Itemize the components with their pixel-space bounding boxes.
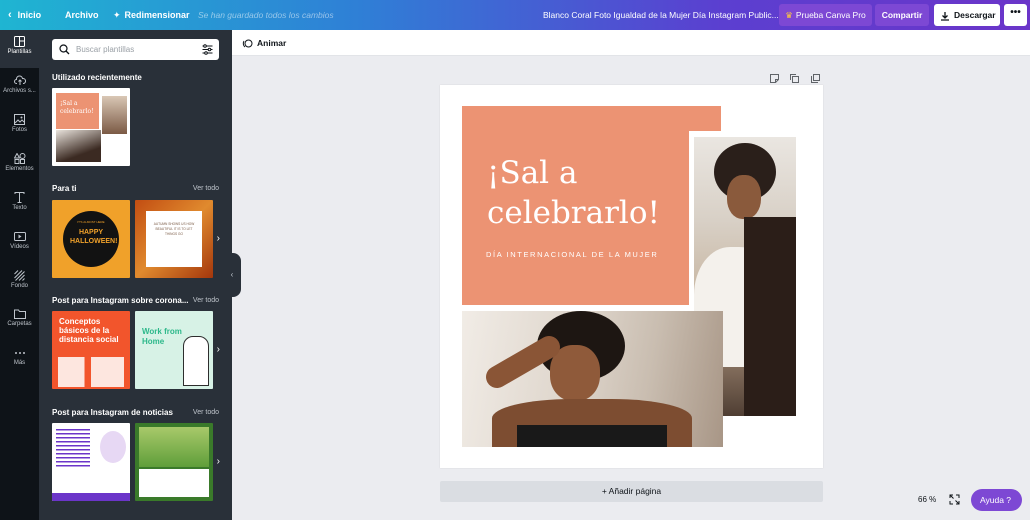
thumb-headline: ¡Sal a celebrarlo! [60,100,94,115]
upload-icon [13,75,26,85]
filter-icon[interactable] [202,44,213,55]
star-icon: ✦ [113,10,121,20]
thumb-photo-bottom [56,130,101,162]
thumb-green-photo [139,427,209,467]
see-all-for-you[interactable]: Ver todo [193,185,219,192]
template-thumb-news-purple[interactable] [52,423,130,501]
thumb-quote-card [146,211,202,267]
thumb-quote-text: AUTUMN SHOWS US HOW BEAUTIFUL IT IS TO L… [153,222,195,236]
see-all-news[interactable]: Ver todo [193,409,219,416]
template-thumb-halloween[interactable]: IT'S ALMOST HERE HAPPY HALLOWEEN! [52,200,130,278]
rail-item-templates[interactable]: Plantillas [0,30,39,68]
search-icon [59,44,70,55]
photo-woman-relaxing[interactable] [462,311,723,447]
thumb-small-caption: IT'S ALMOST HERE [77,220,105,224]
download-button[interactable]: Descargar [934,4,1000,26]
design-page[interactable]: ¡Sal a celebrarlo! DÍA INTERNACIONAL DE … [440,85,823,468]
photos-icon [14,114,25,125]
rail-item-background[interactable]: Fondo [0,264,39,302]
thumb-halloween-text: HAPPY HALLOWEEN! [70,229,118,245]
animate-icon [242,39,253,48]
add-page-button[interactable]: + Añadir página [440,481,823,502]
rail-item-elements[interactable]: Elementos [0,147,39,185]
section-title-news: Post para Instagram de noticias [52,408,173,417]
photo-top-shape [517,425,667,447]
thumb-purple-footer [52,493,130,501]
more-icon [14,352,25,354]
thumb-person-illustration [183,336,209,386]
thumb-photo-right [102,96,127,134]
editor-toolbar: Animar [232,30,1030,56]
rail-item-photos[interactable]: Fotos [0,108,39,146]
template-thumb-autumn-quote[interactable]: AUTUMN SHOWS US HOW BEAUTIFUL IT IS TO L… [135,200,213,278]
share-button[interactable]: Compartir [875,4,929,26]
background-icon [14,270,25,281]
text-icon [14,192,25,203]
recent-template-thumb[interactable]: ¡Sal a celebrarlo! [52,88,130,166]
collapse-panel-button[interactable]: ‹ [223,253,241,297]
thumb-people-illustration [58,357,124,387]
thumb-concepts-text: Conceptos básicos de la distancia social [59,317,119,344]
resize-button[interactable]: ✦ Redimensionar [113,0,190,30]
chevron-left-icon: ‹ [8,9,12,21]
videos-icon [13,232,26,241]
download-icon [941,11,949,21]
templates-panel: Buscar plantillas Utilizado recientement… [39,30,232,520]
photo-face-shape [727,175,761,219]
see-all-coronavirus[interactable]: Ver todo [193,297,219,304]
design-subheading[interactable]: DÍA INTERNACIONAL DE LA MUJER [486,250,658,259]
elements-icon [13,153,25,164]
fullscreen-icon[interactable] [949,494,960,505]
section-title-coronavirus: Post para Instagram sobre corona... [52,296,189,305]
side-rail: Plantillas Archivos s... Fotos Elementos… [0,30,39,520]
template-thumb-social-distance[interactable]: Conceptos básicos de la distancia social [52,311,130,389]
animate-button[interactable]: Animar [242,30,286,56]
zoom-level[interactable]: 66 % [918,491,936,509]
chevron-right-icon[interactable]: › [217,344,220,355]
thumb-white-card [139,469,209,497]
photo-clothing-shape [744,217,796,416]
recent-section-title: Utilizado recientemente [52,73,142,82]
design-headline[interactable]: ¡Sal a celebrarlo! [487,153,660,233]
rail-item-text[interactable]: Texto [0,186,39,224]
top-bar: ‹ Inicio Archivo ✦ Redimensionar Se han gu… [0,0,1030,30]
document-title[interactable]: Blanco Coral Foto Igualdad de la Mujer D… [543,0,779,30]
rail-item-uploads[interactable]: Archivos s... [0,69,39,107]
templates-icon [14,36,25,47]
more-options-button[interactable]: ••• [1004,4,1027,26]
chevron-right-icon[interactable]: › [217,456,220,467]
rail-item-more[interactable]: Más [0,342,39,380]
try-pro-button[interactable]: ♛ Prueba Canva Pro [779,4,872,26]
crown-icon: ♛ [785,10,793,20]
folder-icon [13,309,26,319]
zoom-control[interactable]: 66 % [911,491,971,509]
chevron-right-icon[interactable]: › [217,233,220,244]
help-button[interactable]: Ayuda ? [971,489,1022,511]
save-status: Se han guardado todos los cambios [198,10,334,20]
section-title-for-you: Para ti [52,184,77,193]
template-thumb-news-green[interactable] [135,423,213,501]
thumb-portrait-circle [100,431,126,463]
template-thumb-work-from-home[interactable]: Work from Home [135,311,213,389]
file-menu[interactable]: Archivo [65,0,99,30]
rail-item-folders[interactable]: Carpetas [0,303,39,341]
thumb-text-lines [56,429,90,469]
rail-item-videos[interactable]: Vídeos [0,225,39,263]
search-input[interactable]: Buscar plantillas [52,39,219,60]
home-button[interactable]: ‹ Inicio [8,0,41,30]
